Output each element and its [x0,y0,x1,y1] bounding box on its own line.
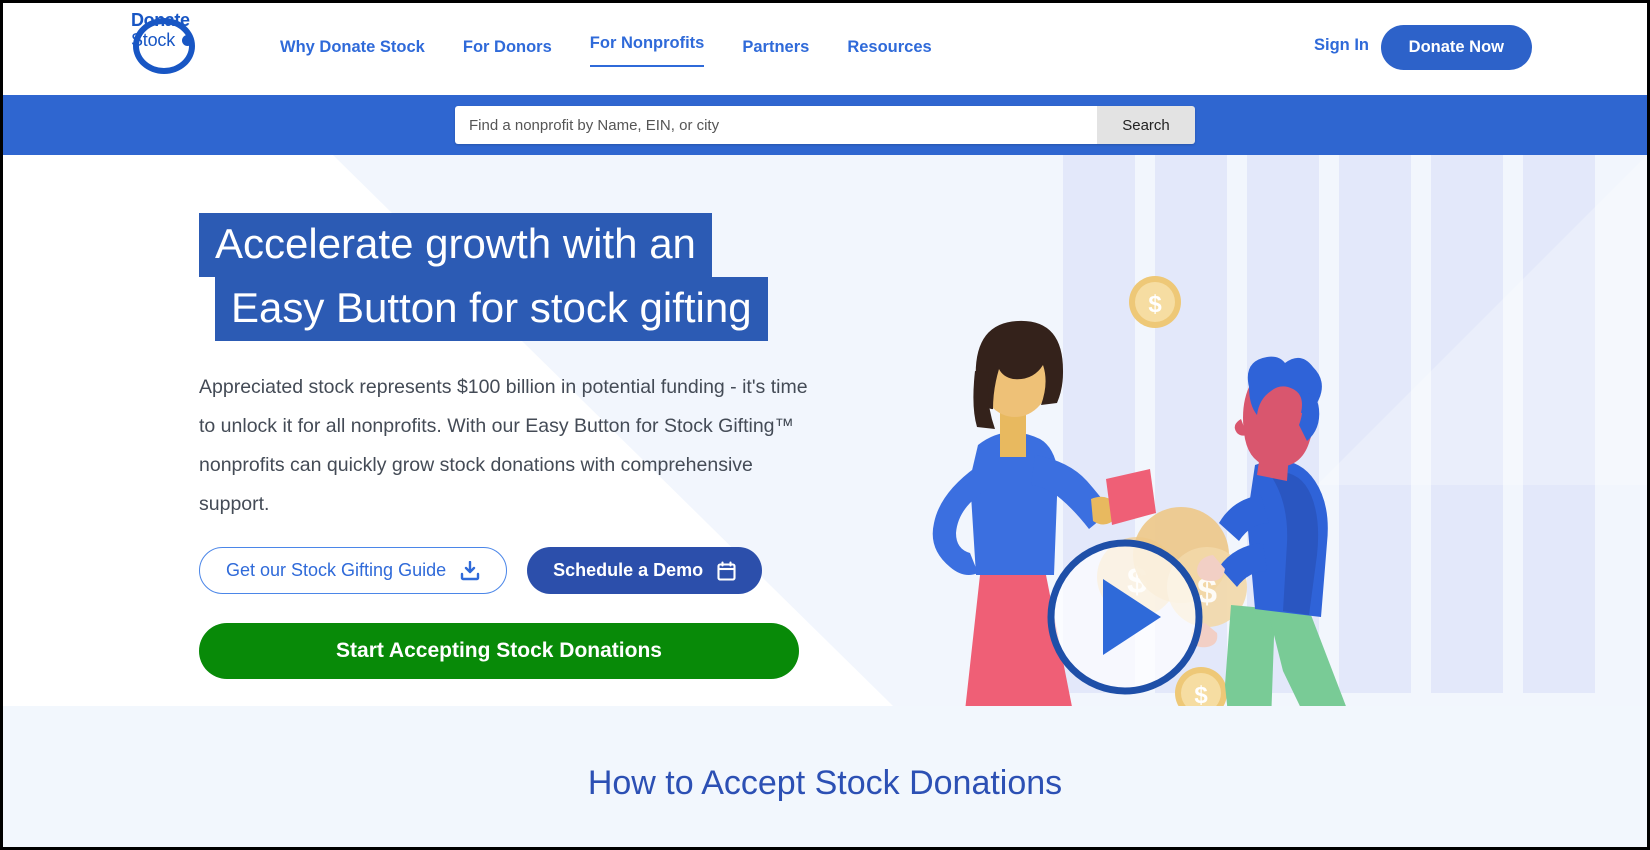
nav-item-why-donate-stock[interactable]: Why Donate Stock [280,38,425,63]
hero-button-row: Get our Stock Gifting Guide Schedule a D… [199,547,763,594]
schedule-a-demo-label: Schedule a Demo [553,560,704,580]
nav-item-partners[interactable]: Partners [742,38,809,63]
search-button[interactable]: Search [1097,106,1195,144]
nav-item-for-donors[interactable]: For Donors [463,38,552,63]
hero-body-text: Appreciated stock represents $100 billio… [199,376,808,515]
svg-text:$: $ [1148,291,1162,318]
nav-item-resources[interactable]: Resources [847,38,931,63]
sign-in-link[interactable]: Sign In [1314,36,1369,55]
start-accepting-stock-donations-button[interactable]: Start Accepting Stock Donations [199,623,799,679]
play-button-icon[interactable] [1047,539,1203,695]
how-to-section-title: How to Accept Stock Donations [587,764,1063,802]
calendar-icon [717,560,736,581]
hero-illustration: $ $ $ [932,276,1346,706]
how-to-section: How to Accept Stock Donations [3,706,1647,847]
headline-line-1: Accelerate growth with an [199,213,712,277]
donate-now-button[interactable]: Donate Now [1380,25,1532,70]
page-root: Donate Stock Why Donate Stock For Donors… [0,0,1650,850]
coin-group-top: $ [1129,276,1181,328]
search-input[interactable] [455,106,1097,144]
headline-line-2: Easy Button for stock gifting [215,277,768,341]
schedule-a-demo-button[interactable]: Schedule a Demo [527,547,763,594]
get-stock-gifting-guide-button[interactable]: Get our Stock Gifting Guide [199,547,508,594]
get-stock-gifting-guide-label: Get our Stock Gifting Guide [226,560,447,580]
svg-text:$: $ [1194,682,1208,706]
nav-item-for-nonprofits[interactable]: For Nonprofits [589,34,705,67]
download-icon [460,560,480,580]
search-bar: Search [3,95,1647,155]
main-navigation: Why Donate Stock For Donors For Nonprofi… [280,3,970,95]
search-group: Search [455,106,1195,144]
hero-headline: Accelerate growth with an Easy Button fo… [199,213,768,341]
hero-section: $ $ $ Accelerate growth with an Easy But… [3,155,1647,706]
site-header: Donate Stock Why Donate Stock For Donors… [3,3,1647,95]
logo[interactable]: Donate Stock [131,11,209,83]
